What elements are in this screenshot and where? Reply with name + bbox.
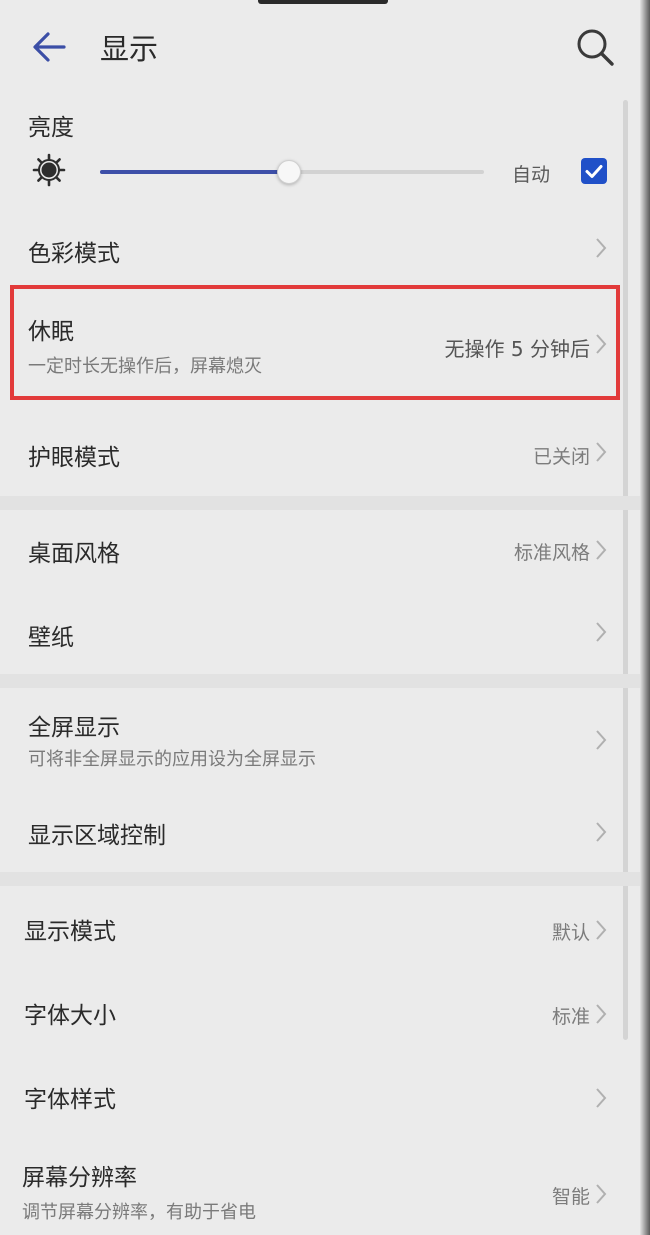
brightness-label: 亮度 xyxy=(28,115,74,141)
section-divider xyxy=(0,872,640,886)
chevron-right-icon xyxy=(596,1004,607,1024)
chevron-right-icon xyxy=(596,920,607,940)
settings-item-full-screen[interactable]: 全屏显示 可将非全屏显示的应用设为全屏显示 xyxy=(0,690,640,788)
chevron-right-icon xyxy=(596,442,607,462)
settings-item-color-mode[interactable]: 色彩模式 xyxy=(0,208,640,288)
display-mode-value: 默认 xyxy=(551,922,590,944)
chevron-right-icon xyxy=(596,1088,607,1108)
chevron-right-icon xyxy=(596,1184,607,1204)
brightness-slider[interactable] xyxy=(100,160,484,184)
section-divider xyxy=(0,674,640,688)
app-header: 显示 xyxy=(0,0,640,92)
settings-item-display-area[interactable]: 显示区域控制 xyxy=(0,790,640,870)
full-screen-label: 全屏显示 xyxy=(28,715,120,741)
desktop-style-value: 标准风格 xyxy=(513,542,590,564)
color-mode-label: 色彩模式 xyxy=(28,241,120,267)
eye-comfort-label: 护眼模式 xyxy=(28,445,120,471)
arrow-left-icon xyxy=(33,32,66,62)
chevron-right-icon xyxy=(596,730,607,750)
wallpaper-label: 壁纸 xyxy=(28,625,74,651)
sleep-label: 休眠 xyxy=(28,319,74,345)
brightness-slider-thumb[interactable] xyxy=(277,160,302,184)
font-size-value: 标准 xyxy=(551,1006,590,1028)
section-divider xyxy=(0,496,640,510)
brightness-slider-fill xyxy=(100,170,289,174)
search-button[interactable] xyxy=(572,24,618,70)
resolution-value: 智能 xyxy=(551,1186,590,1208)
auto-brightness-label: 自动 xyxy=(512,164,551,186)
display-mode-label: 显示模式 xyxy=(24,919,116,945)
chevron-right-icon xyxy=(596,540,607,560)
font-style-label: 字体样式 xyxy=(24,1087,116,1113)
check-icon xyxy=(585,165,603,178)
screen-edge xyxy=(640,0,650,1235)
sleep-subtitle: 一定时长无操作后，屏幕熄灭 xyxy=(28,356,262,377)
brightness-icon xyxy=(32,153,66,187)
font-size-label: 字体大小 xyxy=(24,1003,116,1029)
back-button[interactable] xyxy=(26,24,72,70)
settings-item-resolution[interactable]: 屏幕分辨率 调节屏幕分辨率，有助于省电 智能 xyxy=(0,1140,640,1235)
eye-comfort-value: 已关闭 xyxy=(532,446,590,468)
chevron-right-icon xyxy=(596,822,607,842)
settings-item-sleep[interactable]: 休眠 一定时长无操作后，屏幕熄灭 无操作 5 分钟后 xyxy=(0,290,640,398)
settings-item-font-style[interactable]: 字体样式 xyxy=(0,1054,640,1138)
settings-item-desktop-style[interactable]: 桌面风格 标准风格 xyxy=(0,510,640,590)
resolution-subtitle: 调节屏幕分辨率，有助于省电 xyxy=(22,1202,256,1223)
resolution-label: 屏幕分辨率 xyxy=(22,1165,137,1191)
full-screen-subtitle: 可将非全屏显示的应用设为全屏显示 xyxy=(28,749,316,770)
settings-item-eye-comfort[interactable]: 护眼模式 已关闭 xyxy=(0,410,640,496)
chevron-right-icon xyxy=(596,622,607,642)
settings-item-display-mode[interactable]: 显示模式 默认 xyxy=(0,886,640,970)
desktop-style-label: 桌面风格 xyxy=(28,541,120,567)
search-icon xyxy=(577,29,614,66)
sleep-value: 无操作 5 分钟后 xyxy=(444,337,590,361)
settings-item-wallpaper[interactable]: 壁纸 xyxy=(0,592,640,672)
auto-brightness-checkbox[interactable] xyxy=(581,158,607,184)
display-area-label: 显示区域控制 xyxy=(28,823,166,849)
page-title: 显示 xyxy=(100,32,159,66)
settings-item-font-size[interactable]: 字体大小 标准 xyxy=(0,970,640,1054)
chevron-right-icon xyxy=(596,334,607,354)
chevron-right-icon xyxy=(596,238,607,258)
